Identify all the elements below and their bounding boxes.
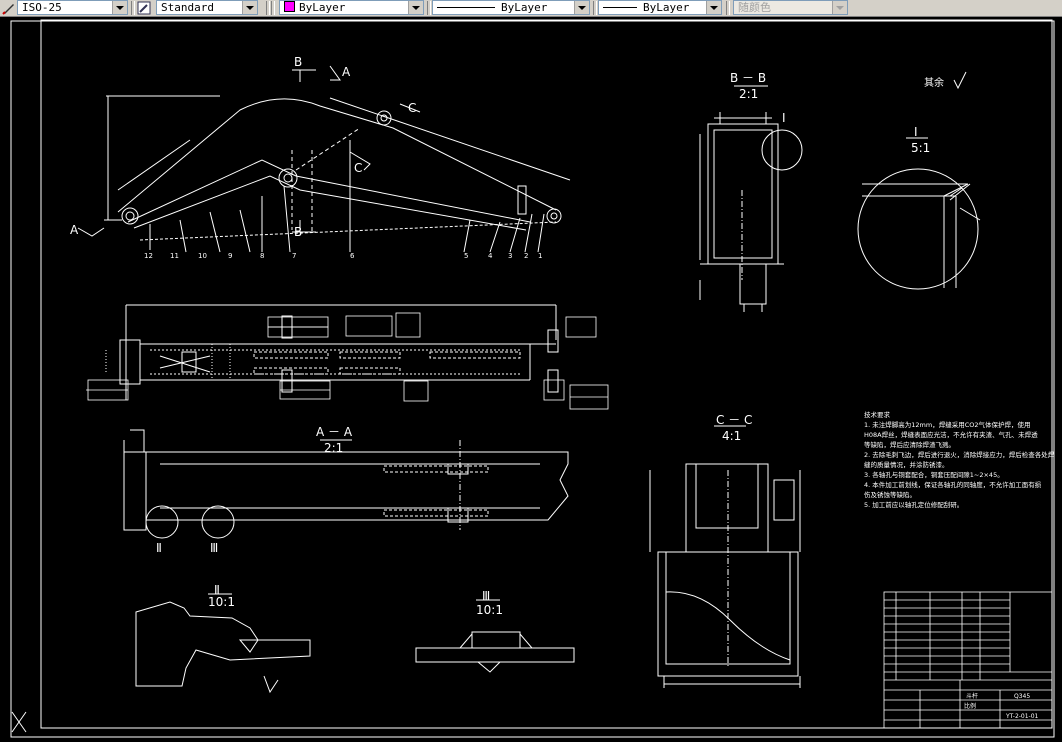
tech-req-line-7: 4. 本件加工前划线，保证各轴孔的同轴度，不允许加工面有损 — [864, 480, 1042, 489]
toolbar-separator — [726, 1, 730, 15]
plotstyle-combo[interactable]: 随颜色 — [733, 0, 848, 15]
dimstyle-combo[interactable]: ISO-25 — [17, 0, 128, 15]
drawing-canvas[interactable]: B A A B C C 12 11 10 9 8 7 6 5 4 3 2 1 B… — [0, 16, 1062, 742]
detail-iii-title: Ⅲ — [482, 589, 490, 603]
label-a-right: A — [342, 65, 351, 79]
plotstyle-value: 随颜色 — [738, 1, 771, 14]
label-c-top: C — [408, 101, 416, 115]
roughness-note: 其余 — [924, 76, 944, 89]
detail-iii-labels: Ⅲ 10:1 — [476, 589, 503, 617]
tech-req-line-1: 1. 未注焊脚高为12mm，焊缝采用CO2气体保护焊，使用 — [864, 420, 1031, 429]
tech-requirements: 技术要求 1. 未注焊脚高为12mm，焊缝采用CO2气体保护焊，使用 H08A焊… — [864, 410, 1055, 509]
chevron-down-icon[interactable] — [408, 1, 423, 14]
linetype-sample — [437, 7, 495, 8]
section-bb-scale: 2:1 — [739, 87, 758, 101]
textstyle-value: Standard — [161, 1, 214, 14]
detail-i-ref: I — [782, 111, 786, 125]
label-b-bottom: B — [294, 225, 302, 239]
chevron-down-icon[interactable] — [832, 1, 847, 14]
callout-ii: Ⅱ — [156, 541, 162, 555]
layer-color-combo[interactable]: ByLayer — [279, 0, 424, 15]
callout-iii: Ⅲ — [210, 541, 218, 555]
textstyle-combo[interactable]: Standard — [156, 0, 258, 15]
dimstyle-icon — [2, 4, 14, 15]
main-view — [77, 65, 571, 253]
tech-req-line-9: 5. 加工前应以轴孔定位修配刮研。 — [864, 500, 963, 509]
detail-iii-scale: 10:1 — [476, 603, 503, 617]
color-swatch — [284, 1, 295, 12]
toolbar-separator — [427, 1, 431, 15]
chevron-down-icon[interactable] — [112, 1, 127, 14]
part-no-11: 11 — [170, 252, 179, 260]
section-aa-labels: A － A 2:1 Ⅱ Ⅲ — [156, 425, 353, 555]
section-bb-labels: B － B 2:1 I — [730, 71, 786, 125]
section-aa-scale: 2:1 — [324, 441, 343, 455]
part-no-5: 5 — [464, 252, 468, 260]
layer-color-value: ByLayer — [299, 1, 346, 14]
section-aa — [123, 429, 569, 539]
plan-view — [105, 304, 559, 400]
chevron-down-icon[interactable] — [574, 1, 589, 14]
drawing-border — [40, 19, 1053, 729]
tech-req-heading: 技术要求 — [864, 410, 891, 419]
toolbar-separator — [271, 1, 275, 15]
roughness-symbol — [953, 71, 967, 90]
label-b-top: B — [294, 55, 302, 69]
properties-toolbar: ISO-25 Standard ByLayer ByLayer ByLayer … — [0, 0, 1062, 17]
title-block-name: 斗杆 — [966, 692, 978, 700]
part-no-9: 9 — [228, 252, 232, 260]
tech-req-line-3: 等缺陷，焊后应清除焊渣飞溅。 — [864, 440, 955, 449]
title-block-material: Q345 — [1014, 693, 1030, 700]
main-view-labels: B A A B C C 12 11 10 9 8 7 6 5 4 3 2 1 — [70, 55, 542, 260]
part-no-7: 7 — [292, 252, 296, 260]
lineweight-sample — [603, 7, 637, 8]
detail-i-scale: 5:1 — [911, 141, 930, 155]
chevron-down-icon[interactable] — [242, 1, 257, 14]
title-block-scale-label: 比例 — [964, 702, 976, 710]
part-no-6: 6 — [350, 252, 355, 260]
section-cc-labels: C － C 4:1 — [716, 413, 752, 443]
part-no-1: 1 — [538, 252, 542, 260]
tech-req-line-2: H08A焊丝，焊缝表面应光洁，不允许有夹渣、气孔、未焊透 — [864, 430, 1038, 439]
linetype-value: ByLayer — [501, 1, 548, 14]
part-no-12: 12 — [144, 252, 153, 260]
part-no-10: 10 — [198, 252, 207, 260]
tech-req-line-5: 缝的质量情况，并涂防锈漆。 — [864, 460, 949, 469]
lineweight-value: ByLayer — [643, 1, 690, 14]
toolbar-separator — [593, 1, 597, 15]
section-aa-title: A － A — [316, 425, 353, 439]
section-cc-title: C － C — [716, 413, 752, 427]
ucs-icon — [11, 711, 27, 733]
title-block-drawing-no: YT-2-01-01 — [1005, 713, 1039, 720]
lineweight-combo[interactable]: ByLayer — [598, 0, 722, 15]
label-a-left: A — [70, 223, 79, 237]
part-no-2: 2 — [524, 252, 528, 260]
textstyle-icon — [137, 1, 151, 15]
detail-i-title: I — [914, 125, 918, 139]
section-bb-title: B － B — [730, 71, 766, 85]
section-cc-scale: 4:1 — [722, 429, 741, 443]
detail-i-labels: I 5:1 其余 — [911, 76, 944, 155]
tech-req-line-4: 2. 去除毛刺飞边，焊后进行退火，消除焊接应力，焊后检查各处焊 — [864, 450, 1055, 459]
linetype-combo[interactable]: ByLayer — [432, 0, 590, 15]
section-bb — [699, 85, 803, 312]
detail-ii-labels: Ⅱ 10:1 — [208, 583, 235, 609]
part-no-3: 3 — [508, 252, 512, 260]
drawing-frame — [10, 20, 1055, 738]
title-block-labels: YT-2-01-01 斗杆 Q345 比例 — [964, 692, 1039, 720]
toolbar-separator — [266, 1, 270, 15]
tech-req-line-6: 3. 各轴孔与铜套配合，铜套压配间隙1~2×45。 — [864, 470, 1004, 479]
part-no-4: 4 — [488, 252, 493, 260]
dimstyle-value: ISO-25 — [22, 1, 62, 14]
chevron-down-icon[interactable] — [706, 1, 721, 14]
toolbar-separator — [131, 1, 135, 15]
detail-ii-scale: 10:1 — [208, 595, 235, 609]
section-cc — [649, 425, 801, 688]
tech-req-line-8: 伤及锈蚀等缺陷。 — [864, 490, 916, 499]
part-no-8: 8 — [260, 252, 264, 260]
detail-i — [857, 137, 981, 290]
label-c-bottom: C — [354, 161, 362, 175]
